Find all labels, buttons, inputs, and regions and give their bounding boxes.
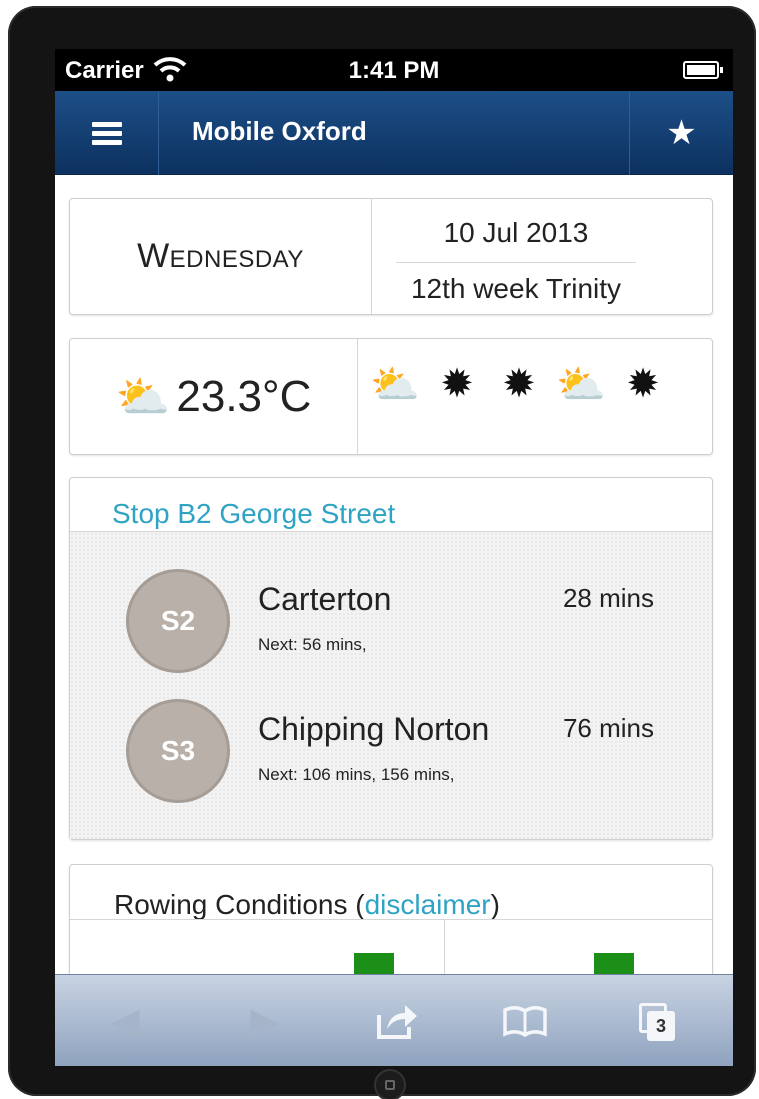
- device-frame: Carrier 1:41 PM Mobile Oxford ★ Wednesda…: [8, 6, 756, 1099]
- route-due-time: 76 mins: [562, 713, 654, 743]
- battery-icon: [683, 61, 723, 79]
- tabs-icon: 3: [637, 1001, 677, 1041]
- back-button[interactable]: ◀: [95, 999, 155, 1043]
- share-icon: [377, 1005, 417, 1039]
- bus-stop-card: Stop B2 George Street S2 Carterton 28 mi…: [69, 477, 713, 840]
- route-destination: Chipping Norton: [258, 711, 490, 747]
- share-button[interactable]: [367, 999, 427, 1043]
- bus-departures: S2 Carterton 28 mins Next: 56 mins, S3 C…: [70, 532, 712, 839]
- route-next-times: Next: 56 mins,: [258, 635, 367, 654]
- favourite-button[interactable]: ★: [629, 91, 733, 175]
- forward-arrow-icon: ▶: [250, 1000, 280, 1043]
- forecast-row: ⛅ ✹ ✹ ⛅ ✹: [370, 361, 668, 408]
- current-weather: ⛅ 23.3°C: [70, 339, 358, 454]
- forward-button[interactable]: ▶: [235, 999, 295, 1043]
- status-time: 1:41 PM: [348, 57, 440, 84]
- sun-behind-cloud-icon: ⛅: [370, 363, 420, 407]
- bus-stop-link[interactable]: Stop B2 George Street: [112, 498, 395, 530]
- weather-card[interactable]: ⛅ 23.3°C ⛅ ✹ ✹ ⛅ ✹: [69, 338, 713, 455]
- nav-bar: Mobile Oxford ★: [55, 91, 733, 175]
- date-label: 10 Jul 2013: [396, 217, 636, 263]
- route-badge: S2: [126, 569, 230, 673]
- hamburger-icon: [91, 118, 122, 149]
- menu-button[interactable]: [55, 91, 159, 175]
- browser-toolbar: ◀ ▶ 3: [55, 974, 733, 1066]
- route-destination: Carterton: [258, 581, 392, 617]
- date-card: Wednesday 10 Jul 2013 12th week Trinity: [69, 198, 713, 315]
- sun-behind-cloud-icon: ⛅: [556, 363, 606, 407]
- sun-behind-cloud-icon: ⛅: [115, 372, 171, 422]
- app-title: Mobile Oxford: [192, 116, 367, 146]
- rowing-title: Rowing Conditions (disclaimer): [114, 889, 500, 920]
- sun-icon: ✹: [440, 362, 474, 406]
- status-bar: Carrier 1:41 PM: [55, 49, 733, 91]
- back-arrow-icon: ◀: [110, 1000, 140, 1043]
- term-week-label: 12th week Trinity: [410, 273, 622, 304]
- star-icon: ★: [666, 114, 697, 152]
- sun-icon: ✹: [626, 362, 660, 406]
- bookmarks-button[interactable]: [495, 999, 555, 1043]
- disclaimer-link[interactable]: disclaimer: [365, 889, 491, 920]
- tabs-button[interactable]: 3: [627, 999, 687, 1043]
- screen: Carrier 1:41 PM Mobile Oxford ★ Wednesda…: [55, 49, 733, 1066]
- route-due-time: 28 mins: [562, 583, 654, 613]
- sun-icon: ✹: [502, 362, 536, 406]
- tab-count: 3: [647, 1011, 675, 1041]
- weekday-label: Wednesday: [70, 199, 372, 314]
- home-button[interactable]: [374, 1069, 406, 1099]
- route-next-times: Next: 106 mins, 156 mins,: [258, 765, 455, 784]
- current-temperature: 23.3°C: [176, 371, 312, 421]
- divider: [70, 919, 712, 920]
- route-row[interactable]: S2 Carterton 28 mins Next: 56 mins,: [70, 569, 712, 679]
- bookmarks-icon: [503, 1006, 547, 1038]
- route-badge: S3: [126, 699, 230, 803]
- route-row[interactable]: S3 Chipping Norton 76 mins Next: 106 min…: [70, 699, 712, 809]
